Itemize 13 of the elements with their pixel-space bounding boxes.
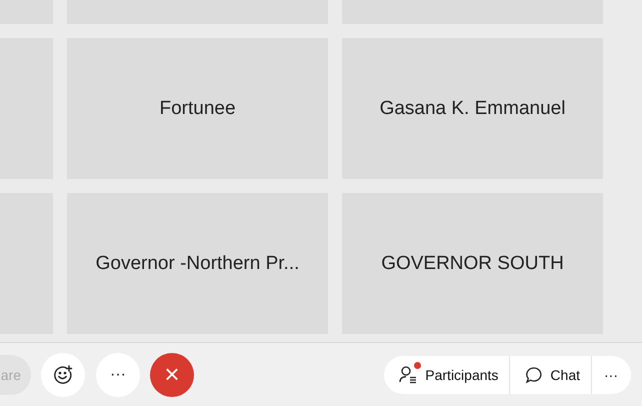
reactions-button[interactable] <box>41 352 85 396</box>
chat-bubble-icon <box>525 366 544 384</box>
participants-button[interactable]: Participants <box>384 356 510 394</box>
participant-name: GOVERNOR SOUTH <box>381 252 564 274</box>
participants-icon <box>399 365 418 384</box>
smiley-icon <box>53 364 73 384</box>
chat-button[interactable]: Chat <box>510 356 592 394</box>
more-button[interactable]: ··· <box>592 356 631 394</box>
more-button[interactable]: ··· <box>96 352 140 396</box>
participant-name: Fortunee <box>159 98 236 120</box>
participant-name: Gasana K. Emmanuel <box>380 98 566 120</box>
end-call-button[interactable]: × <box>150 352 194 396</box>
participant-name: Governor -Northern Pr... <box>96 252 300 274</box>
